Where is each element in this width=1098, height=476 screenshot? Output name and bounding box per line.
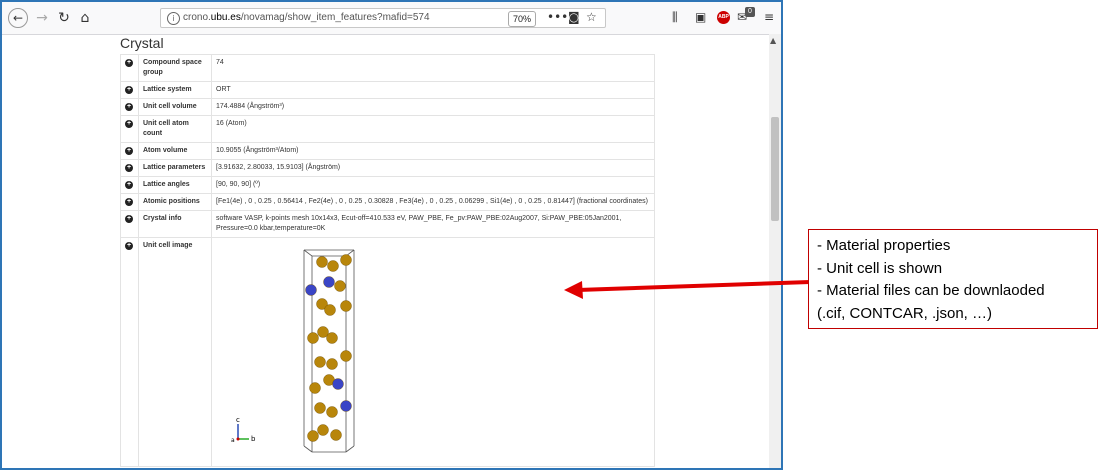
fe-atom [340, 350, 352, 362]
table-row: + Lattice parameters [3.91632, 2.80033, … [120, 159, 655, 177]
unit-cell-image: c a b [231, 249, 355, 453]
property-name: Atomic positions [138, 193, 212, 211]
table-row: + Unit cell image c a b [120, 237, 655, 467]
fe-atom [334, 280, 346, 292]
reload-icon[interactable]: ↻ [54, 8, 74, 28]
property-name: Unit cell volume [138, 98, 212, 116]
adblock-icon[interactable]: ABP [717, 11, 730, 24]
annotation-box: - Material properties - Unit cell is sho… [808, 229, 1098, 329]
bookmark-star-icon[interactable]: ☆ [586, 10, 597, 24]
expand-icon[interactable]: + [125, 147, 133, 155]
fe-atom [307, 332, 319, 344]
property-name: Unit cell atom count [138, 115, 212, 143]
annotation-line: - Material files can be downlaoded [817, 282, 1045, 299]
si-atom [332, 378, 344, 390]
property-name: Lattice system [138, 81, 212, 99]
fe-atom [326, 406, 338, 418]
property-name: Lattice angles [138, 176, 212, 194]
home-icon[interactable]: ⌂ [75, 8, 95, 28]
forward-arrow-icon[interactable]: → [32, 8, 52, 28]
table-row: + Compound space group 74 [120, 54, 655, 82]
expand-icon[interactable]: + [125, 164, 133, 172]
fe-atom [326, 332, 338, 344]
axis-triad: c a b [231, 416, 256, 444]
page-actions-icon[interactable]: ••• [547, 10, 568, 24]
expand-icon[interactable]: + [125, 181, 133, 189]
annotation-line: (.cif, CONTCAR, .json, …) [817, 304, 993, 322]
axis-label-c: c [236, 416, 240, 424]
property-value: 74 [211, 54, 655, 82]
fe-atom [330, 429, 342, 441]
fe-atom [314, 356, 326, 368]
zoom-level-badge[interactable]: 70% [508, 11, 536, 27]
browser-window: ← → ↻ ⌂ i crono.ubu.es/novamag/show_item… [0, 0, 783, 470]
expand-icon[interactable]: + [125, 86, 133, 94]
si-atom [305, 284, 317, 296]
property-name: Crystal info [138, 210, 212, 238]
property-name: Unit cell image [138, 237, 212, 467]
property-value: [90, 90, 90] (º) [211, 176, 655, 194]
section-heading: Crystal [120, 35, 164, 51]
expand-icon[interactable]: + [125, 198, 133, 206]
fe-atom [324, 304, 336, 316]
expand-icon[interactable]: + [125, 215, 133, 223]
table-row: + Unit cell atom count 16 (Atom) [120, 115, 655, 143]
pocket-icon[interactable]: ◙ [568, 10, 580, 24]
property-value: 10.9055 (Ångström³/Atom) [211, 142, 655, 160]
fe-atom [340, 300, 352, 312]
table-row: + Lattice system ORT [120, 81, 655, 99]
property-name: Compound space group [138, 54, 212, 82]
unit-cell-image-cell: c a b [211, 237, 655, 467]
axis-label-b: b [251, 435, 256, 443]
property-value: ORT [211, 81, 655, 99]
fe-atom [326, 358, 338, 370]
vertical-scrollbar[interactable]: ▲ [769, 34, 781, 468]
fe-atom [307, 430, 319, 442]
page-viewport: Crystal + Compound space group 74 + Latt… [2, 34, 769, 468]
axis-label-a: a [231, 437, 235, 444]
notification-badge: 0 [745, 7, 755, 17]
expand-icon[interactable]: + [125, 103, 133, 111]
annotation-line: - Material properties [817, 237, 951, 254]
table-row: + Atomic positions [Fe1(4e) , 0 , 0.25 ,… [120, 193, 655, 211]
property-value: [3.91632, 2.80033, 15.9103] (Ångström) [211, 159, 655, 177]
site-info-icon[interactable]: i [167, 12, 180, 25]
annotation-arrow [564, 280, 811, 299]
table-row: + Lattice angles [90, 90, 90] (º) [120, 176, 655, 194]
property-name: Lattice parameters [138, 159, 212, 177]
property-value: software VASP, k-points mesh 10x14x3, Ec… [211, 210, 655, 238]
fe-atom [327, 260, 339, 272]
arrow-shaft [577, 280, 811, 292]
library-icon[interactable]: ⫼ [672, 10, 678, 25]
si-atom [323, 276, 335, 288]
expand-icon[interactable]: + [125, 59, 133, 67]
sidebar-icon[interactable]: ▣ [695, 10, 706, 24]
expand-icon[interactable]: + [125, 242, 133, 250]
fe-atom [314, 402, 326, 414]
fe-atom [309, 382, 321, 394]
scroll-up-icon[interactable]: ▲ [770, 36, 776, 45]
browser-toolbar: ← → ↻ ⌂ i crono.ubu.es/novamag/show_item… [2, 2, 781, 35]
property-value: [Fe1(4e) , 0 , 0.25 , 0.56414 , Fe2(4e) … [211, 193, 655, 211]
expand-icon[interactable]: + [125, 120, 133, 128]
property-name: Atom volume [138, 142, 212, 160]
table-row: + Atom volume 10.9055 (Ångström³/Atom) [120, 142, 655, 160]
back-arrow-icon[interactable]: ← [8, 8, 28, 28]
url-text[interactable]: crono.ubu.es/novamag/show_item_features?… [183, 12, 430, 23]
menu-icon[interactable]: ≡ [764, 10, 774, 24]
address-bar[interactable]: i crono.ubu.es/novamag/show_item_feature… [160, 8, 606, 28]
fe-atom [340, 254, 352, 266]
fe-atom [317, 424, 329, 436]
annotation-line: - Unit cell is shown [817, 259, 943, 277]
properties-table: + Compound space group 74 + Lattice syst… [120, 54, 655, 467]
table-row: + Crystal info software VASP, k-points m… [120, 210, 655, 238]
fe-atom [316, 256, 328, 268]
property-value: 174.4884 (Ångström³) [211, 98, 655, 116]
arrow-head-icon [564, 281, 583, 299]
si-atom [340, 400, 352, 412]
scrollbar-thumb[interactable] [771, 117, 779, 221]
table-row: + Unit cell volume 174.4884 (Ångström³) [120, 98, 655, 116]
property-value: 16 (Atom) [211, 115, 655, 143]
